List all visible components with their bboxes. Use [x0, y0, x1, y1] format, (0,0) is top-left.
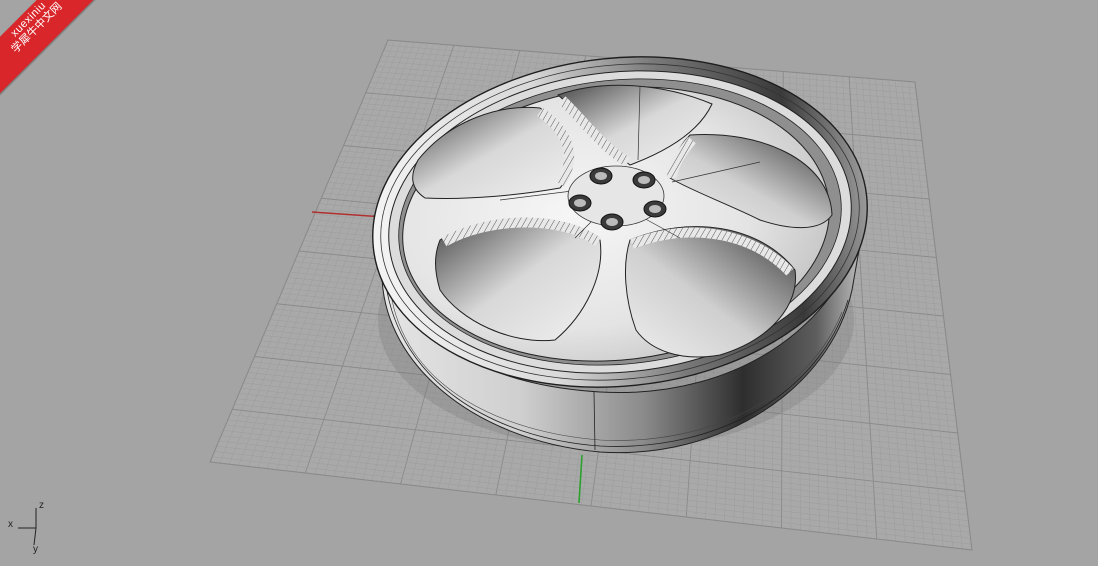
axis-widget-y-label: y: [33, 544, 38, 555]
perspective-viewport[interactable]: x z y xuexiniu 学犀牛中文网: [0, 0, 1098, 566]
axis-widget-z-label: z: [39, 500, 44, 511]
lug-hole-inner: [606, 218, 618, 226]
lug-hole-inner: [574, 199, 586, 207]
viewport-scene[interactable]: [0, 0, 1098, 566]
axis-widget-x-label: x: [8, 519, 13, 530]
lug-hole-inner: [595, 172, 607, 180]
lug-hole-inner: [638, 176, 650, 184]
axis-widget: [18, 508, 37, 546]
lug-hole-inner: [649, 205, 661, 213]
